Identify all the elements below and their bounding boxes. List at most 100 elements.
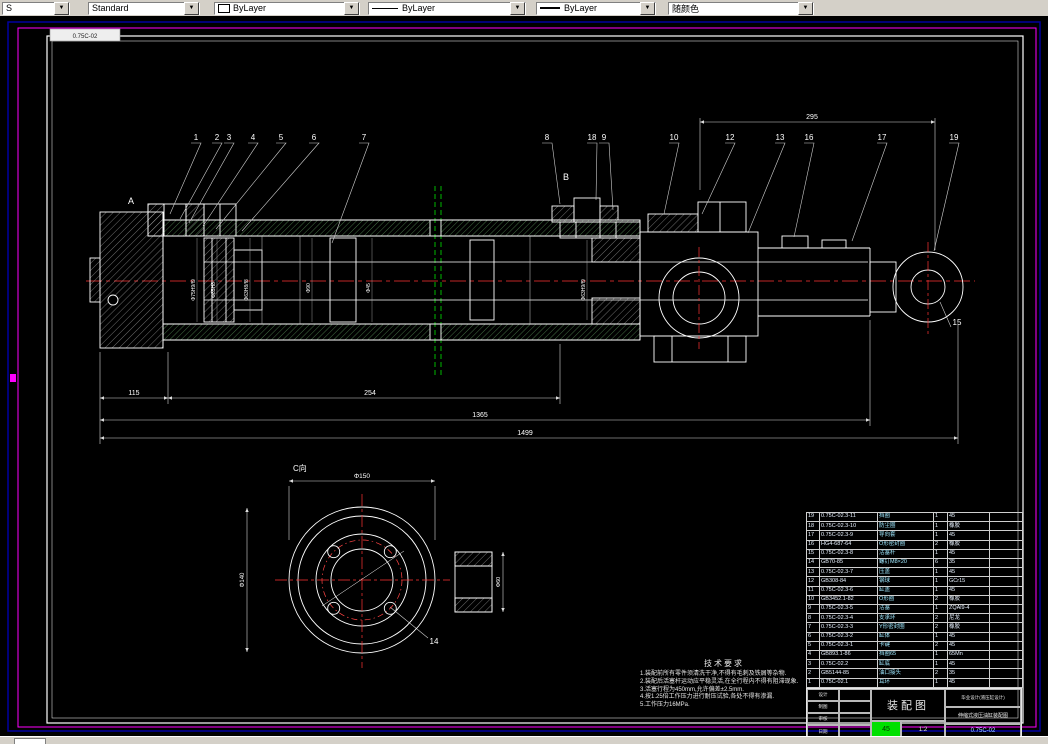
bom-cell-qty: 1 — [933, 548, 948, 560]
bom-body: 19 0.75C-02.3-11 挡圈 1 45 18 0.75C-02.3-1… — [806, 511, 1023, 689]
bom-cell-name: 挡圈 — [877, 511, 934, 523]
bom-cell-no: 10 — [806, 594, 820, 606]
bom-cell-remark — [989, 668, 1023, 679]
bom-cell-material: 橡胶 — [947, 622, 990, 633]
linetype-combo[interactable]: ByLayer ▼ — [368, 1, 526, 15]
bom-cell-no: 2 — [806, 668, 820, 679]
bom-cell-name: 螺钉M8×20 — [877, 558, 934, 569]
linetype-combo-value: ByLayer — [402, 3, 436, 13]
bom-cell-code: HG4-687-64 — [819, 539, 878, 550]
bom-cell-remark — [989, 650, 1023, 661]
plotstyle-combo[interactable]: 随颜色 ▼ — [668, 1, 814, 15]
bom-cell-qty: 1 — [933, 521, 948, 532]
bom-cell-remark — [989, 576, 1023, 587]
table-row: 16 HG4-687-64 O形密封圈 2 橡胶 — [806, 539, 1023, 550]
view-letters: A B — [128, 172, 569, 206]
bom-cell-no: 1 — [806, 677, 820, 689]
tech-requirements: 技术要求 1.装配前所有零件须清洗干净,不得有毛刺及铁屑等杂物. 2.装配后活塞杆… — [640, 658, 808, 710]
bom-cell-code: 0.75C-02.3-6 — [819, 585, 878, 596]
chevron-down-icon[interactable]: ▼ — [510, 1, 525, 15]
table-row: 6 0.75C-02.3-2 缸体 1 45 — [806, 631, 1023, 642]
bom-cell-remark — [989, 604, 1023, 615]
bom-cell-code: 0.75C-02.1 — [819, 677, 878, 689]
bom-cell-qty: 2 — [933, 539, 948, 550]
lineweight-combo[interactable]: ByLayer ▼ — [536, 1, 656, 15]
bom-cell-no: 5 — [806, 640, 820, 652]
sign-label: 制图 — [807, 701, 839, 713]
bom-cell-code: GB308-84 — [819, 576, 878, 587]
tech-requirement-item: 1.装配前所有零件须清洗干净,不得有毛刺及铁屑等杂物. — [640, 671, 787, 677]
bom-cell-qty: 1 — [933, 677, 948, 689]
chevron-down-icon[interactable]: ▼ — [344, 1, 359, 15]
svg-text:Φ85H8: Φ85H8 — [211, 282, 217, 298]
bom-cell-material: 65Mn — [947, 650, 990, 661]
color-combo[interactable]: ByLayer ▼ — [214, 1, 360, 15]
bom-cell-qty: 2 — [933, 668, 948, 679]
bom-cell-qty: 6 — [933, 558, 948, 569]
text-style-combo[interactable]: Standard ▼ — [88, 1, 200, 15]
svg-text:14: 14 — [430, 637, 439, 646]
bom-cell-name: 油口接头 — [877, 668, 934, 679]
bom-cell-code: GB5144-85 — [819, 668, 878, 679]
table-row: 18 0.75C-02.3-10 防尘圈 1 橡胶 — [806, 521, 1023, 532]
svg-text:5: 5 — [279, 133, 284, 142]
bom-cell-material: 45 — [947, 631, 990, 642]
dim-overall: 1499 — [517, 430, 533, 437]
chevron-down-icon[interactable]: ▼ — [798, 1, 813, 15]
bom-cell-code: GB3452.1-82 — [819, 594, 878, 606]
dim-115: 115 — [128, 390, 139, 397]
bom-cell-remark — [989, 631, 1023, 642]
bom-cell-qty: 2 — [933, 613, 948, 624]
bom-cell-remark — [989, 548, 1023, 560]
bom-cell-qty: 1 — [933, 604, 948, 615]
properties-toolbar: S ▼ Standard ▼ ByLayer ▼ ByLayer ▼ ByLay… — [0, 0, 1048, 17]
bom-cell-qty: 2 — [933, 594, 948, 606]
svg-text:Φ90: Φ90 — [306, 283, 312, 293]
bom-cell-qty: 1 — [933, 631, 948, 642]
bom-cell-qty: 1 — [933, 659, 948, 670]
text-style-value: Standard — [92, 3, 129, 13]
end-view: C向 Φ150 Φ140 Φ60 — [240, 463, 505, 668]
drawing-canvas[interactable]: 0.75C-02 Φ75H9/f9 Φ85H8 Φ63H8/f8 Φ90 Φ45… — [0, 16, 1048, 739]
bom-cell-code: 0.75C-02.3-11 — [819, 511, 878, 523]
tech-requirements-list: 1.装配前所有零件须清洗干净,不得有毛刺及铁屑等杂物. 2.装配后活塞杆运动应平稳… — [640, 671, 808, 710]
bom-cell-material: 45 — [947, 640, 990, 652]
svg-text:1: 1 — [194, 133, 199, 142]
chevron-down-icon[interactable]: ▼ — [640, 1, 655, 15]
view-label-b: B — [563, 172, 569, 182]
bom-cell-name: O形密封圈 — [877, 539, 934, 550]
dim-1365: 1365 — [472, 412, 488, 419]
svg-text:Φ45: Φ45 — [366, 283, 372, 293]
bom-cell-no: 8 — [806, 613, 820, 624]
title-block: 设计 制图 审核 日期 装配图 45 1:2 毕业设计(液压缸设计) 伸缩式液压… — [806, 688, 1022, 739]
svg-text:8: 8 — [545, 133, 550, 142]
frame-stamp: 0.75C-02 — [73, 34, 98, 40]
chevron-down-icon[interactable]: ▼ — [184, 1, 199, 15]
bom-cell-code: 0.75C-02.3-7 — [819, 567, 878, 578]
bom-cell-qty: 2 — [933, 622, 948, 633]
bom-cell-no: 4 — [806, 650, 820, 661]
bom-cell-no: 14 — [806, 558, 820, 569]
lineweight-combo-value: ByLayer — [564, 3, 598, 13]
table-row: 14 GB70-85 螺钉M8×20 6 35 — [806, 558, 1023, 569]
bom-cell-material: 45 — [947, 585, 990, 596]
bom-cell-remark — [989, 677, 1023, 689]
dim-254: 254 — [364, 390, 376, 397]
bom-cell-qty: 1 — [933, 650, 948, 661]
layer-combo[interactable]: S ▼ — [2, 1, 70, 15]
lineweight-glyph-icon — [540, 7, 560, 9]
bom-cell-name: 缸盖 — [877, 585, 934, 596]
bom-cell-name: 卡键 — [877, 640, 934, 652]
table-row: 1 0.75C-02.1 耳环 1 45 — [806, 677, 1023, 689]
dim-top: 295 — [806, 114, 818, 121]
table-row: 13 0.75C-02.3-7 压盖 1 45 — [806, 567, 1023, 578]
chevron-down-icon[interactable]: ▼ — [54, 1, 69, 15]
bom-cell-qty: 1 — [933, 585, 948, 596]
cad-window: S ▼ Standard ▼ ByLayer ▼ ByLayer ▼ ByLay… — [0, 0, 1048, 744]
bom-cell-code: 0.75C-02.3-2 — [819, 631, 878, 642]
svg-text:19: 19 — [950, 133, 959, 142]
bom-cell-no: 15 — [806, 548, 820, 560]
bom-cell-material: 尼龙 — [947, 613, 990, 624]
svg-text:4: 4 — [251, 133, 256, 142]
bom-cell-remark — [989, 594, 1023, 606]
